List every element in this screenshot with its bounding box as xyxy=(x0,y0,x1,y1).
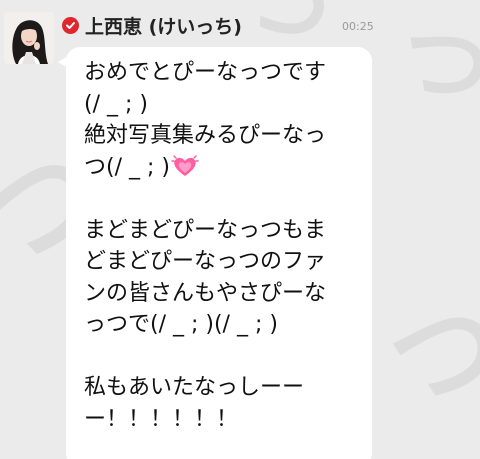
message-line: どまどぴーなっつのファ xyxy=(84,249,327,274)
message-line: (/ _ ; ) xyxy=(84,91,148,117)
message-line-with-emoji: つ(/ _ ; ) xyxy=(84,152,364,184)
message-line: 私もあいたなっしーー xyxy=(84,375,305,400)
message-line: まどまどぴーなっつもま xyxy=(84,217,327,243)
message-timestamp: 00:25 xyxy=(342,20,374,33)
message-line xyxy=(84,341,364,373)
message-line: ンの皆さんもやさぴーな xyxy=(84,280,327,306)
message-line: っつで(/ _ ; )(/ _ ; ) xyxy=(84,312,278,337)
message-line: 絶対写真集みるぴーなっ xyxy=(84,123,327,148)
message-bubble[interactable]: おめでとぴーなっつです (/ _ ; ) 絶対写真集みるぴーなっ つ(/ _ ;… xyxy=(66,47,372,459)
message-line-text: つ(/ _ ; ) xyxy=(84,154,170,180)
verified-check-icon xyxy=(62,16,79,34)
chat-screen: つ つ つ つ 上西恵 (けいっち) 00:25 おめでとぴーなっつです (/ … xyxy=(0,0,480,459)
background-pattern: つ xyxy=(388,2,480,127)
message-line: ー！！！！！！ xyxy=(84,406,239,432)
message-line xyxy=(84,183,364,215)
sparkling-heart-icon xyxy=(171,154,199,188)
background-pattern: つ xyxy=(379,282,480,428)
avatar[interactable] xyxy=(4,12,54,64)
avatar-image xyxy=(4,12,54,64)
sender-name[interactable]: 上西恵 (けいっち) xyxy=(85,12,242,39)
message-line: おめでとぴーなっつです xyxy=(84,60,327,85)
message-header: 上西恵 (けいっち) xyxy=(62,12,372,38)
